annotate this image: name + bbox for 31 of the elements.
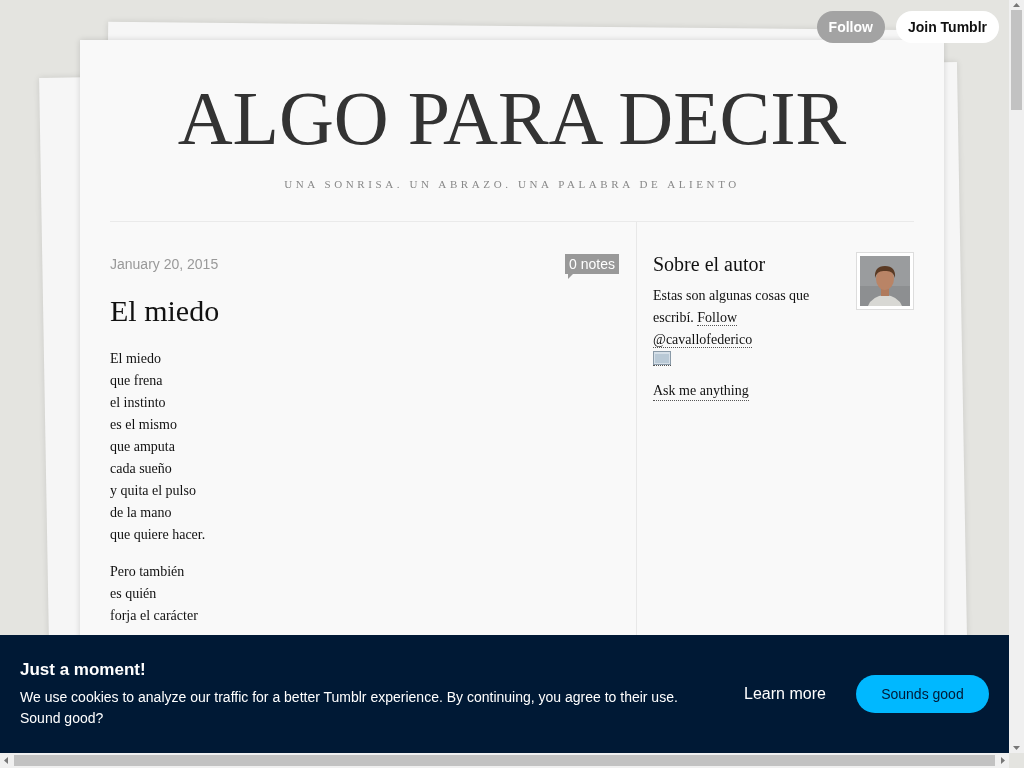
poem-line: es quién: [110, 585, 157, 603]
poem-line: que quiere hacer.: [110, 526, 206, 544]
poem-line: de la mano: [110, 504, 172, 522]
poem-line: El miedo: [110, 350, 161, 368]
blog-tagline: UNA SONRISA. UN ABRAZO. UNA PALABRA DE ALIENTO: [110, 178, 914, 222]
ask-link[interactable]: Ask me anything: [653, 382, 749, 401]
post-title[interactable]: El miedo: [110, 293, 619, 329]
scroll-thumb[interactable]: [1011, 10, 1022, 110]
about-text: Estas son algunas cosas que escribí. Follow @cavallofederico: [653, 287, 811, 350]
poem-line: que frena: [110, 372, 163, 390]
poem-line: el instinto: [110, 394, 166, 412]
poem-line: forja el carácter: [110, 607, 198, 625]
blog-title[interactable]: ALGO PARA DECIR: [110, 76, 914, 160]
vertical-scrollbar[interactable]: [1009, 0, 1024, 753]
poem-line: y quita el pulso: [110, 482, 196, 500]
join-button[interactable]: Join Tumblr: [895, 11, 999, 43]
follow-link[interactable]: Follow: [697, 310, 737, 326]
follow-link[interactable]: @cavallofederico: [653, 332, 753, 348]
banner-message: We use cookies to analyze our traffic for a better Tumblr experience. By continuing, you agree to their use. Sound good?: [20, 687, 679, 728]
poem-line: cada sueño: [110, 460, 172, 478]
badge-tail-icon: [568, 274, 574, 279]
poem-line: que amputa: [110, 438, 175, 456]
sidebar-heading: Sobre el autor: [653, 252, 766, 276]
scroll-thumb[interactable]: [14, 755, 995, 766]
accept-button[interactable]: Sounds good: [855, 675, 989, 713]
horizontal-scrollbar[interactable]: [0, 753, 1009, 768]
image-icon[interactable]: [653, 351, 671, 366]
poem-line: es el mismo: [110, 416, 177, 434]
banner-title: Just a moment!: [20, 659, 147, 680]
learn-more-link[interactable]: Learn more: [744, 685, 826, 703]
poem-line: Pero también: [110, 563, 185, 581]
